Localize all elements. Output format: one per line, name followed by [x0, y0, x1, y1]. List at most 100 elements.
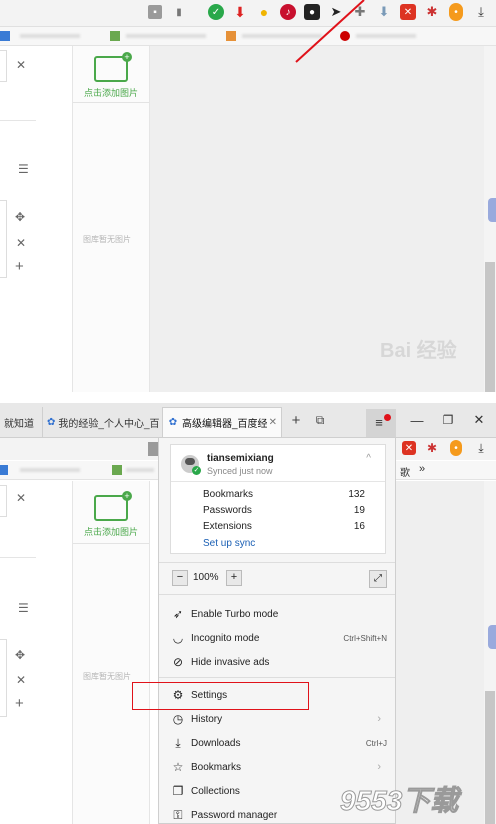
close-window-icon[interactable]: ✕	[472, 412, 486, 427]
add-image-label: 点击添加图片	[83, 527, 138, 537]
sync-row-count: 132	[348, 489, 365, 500]
divider	[0, 557, 36, 558]
delete-icon[interactable]: ✕	[16, 673, 26, 687]
divider	[171, 481, 385, 482]
avatar[interactable]: ✓	[181, 455, 201, 475]
bookmark-favicon[interactable]	[0, 465, 8, 475]
zoom-in-button[interactable]: +	[226, 570, 242, 586]
new-tab-icon[interactable]: +	[289, 412, 303, 429]
menu-item-downloads[interactable]: ⤓ Downloads Ctrl+J	[169, 732, 389, 754]
sync-row-count: 19	[353, 505, 365, 516]
menu-item-bookmarks[interactable]: ☆ Bookmarks ›	[169, 756, 389, 778]
setup-sync-link[interactable]: Set up sync	[203, 538, 255, 549]
scrollbar-thumb[interactable]	[485, 691, 495, 824]
settings-highlight-box	[132, 682, 309, 710]
bookmark-item[interactable]	[126, 468, 154, 472]
incognito-icon: ◡	[172, 631, 184, 645]
annotation-line	[295, 0, 365, 63]
menu-item-incognito[interactable]: ◡ Incognito mode Ctrl+Shift+N	[169, 627, 389, 649]
notification-dot	[384, 414, 391, 421]
side-tab[interactable]	[488, 625, 496, 649]
menu-item-label: Collections	[191, 785, 240, 797]
zoom-out-button[interactable]: −	[172, 570, 188, 586]
menu-item-label: Password manager	[191, 809, 278, 821]
divider	[159, 562, 395, 563]
bookmark-favicon[interactable]	[112, 465, 122, 475]
collapse-chevron-icon[interactable]: ^	[366, 453, 371, 464]
menu-item-history[interactable]: ◷ History ›	[169, 708, 389, 730]
save-icon[interactable]: ⤓	[474, 441, 488, 455]
chevron-right-icon: ›	[377, 713, 381, 725]
tab-3-active[interactable]: ✿ 高级编辑器_百度经 ✕	[162, 407, 282, 437]
lock-icon[interactable]	[148, 442, 158, 456]
tab-label: 我的经验_个人中心_百	[58, 418, 160, 430]
panel-separator	[0, 392, 496, 403]
tab-1[interactable]: 就知道	[0, 407, 40, 437]
minimize-icon[interactable]: —	[410, 413, 424, 428]
close-icon[interactable]: ✕	[16, 491, 26, 505]
menu-item-turbo[interactable]: ➶ Enable Turbo mode	[169, 603, 389, 625]
divider	[159, 677, 395, 678]
menu-item-label: Incognito mode	[191, 632, 260, 644]
adblock-icon[interactable]: ✕	[402, 441, 416, 455]
menu-item-label: Enable Turbo mode	[191, 608, 279, 620]
timer-icon[interactable]: •	[450, 440, 462, 456]
sync-row-label: Passwords	[203, 505, 252, 516]
menu-item-label: History	[191, 713, 223, 725]
bookmark-item[interactable]	[20, 468, 80, 472]
sync-row-label: Extensions	[203, 521, 252, 532]
paw-icon: ✿	[47, 416, 56, 428]
scrollbar-track[interactable]	[484, 481, 496, 824]
avatar-head	[185, 458, 195, 465]
block-icon: ⊘	[172, 655, 184, 669]
top-screenshot: ▪ ▮ ✓ ⬇ ● ♪ ● ➤ ✚ ⬇ ✕ ✱ • ⤓ ✕ ☰ ✥ ✕ + +	[0, 0, 496, 392]
menu-item-label: Hide invasive ads	[191, 656, 270, 668]
clock-icon: ◷	[172, 712, 184, 726]
list-icon[interactable]: ☰	[18, 601, 29, 615]
tab-label: 高级编辑器_百度经	[182, 419, 267, 430]
collections-icon: ❐	[172, 784, 184, 798]
bookmark-overflow-text[interactable]: 歌	[400, 464, 410, 479]
paw-icon: ✿	[168, 417, 178, 428]
divider	[73, 543, 149, 544]
rocket-icon: ➶	[172, 607, 184, 621]
shortcut: Ctrl+J	[365, 738, 387, 748]
tab-close-icon[interactable]: ✕	[269, 417, 277, 428]
chevron-right-icon: ›	[377, 761, 381, 773]
tab-label: 就知道	[4, 418, 34, 430]
tab-bar: 就知道 ✿ 我的经验_个人中心_百 ✿ 高级编辑器_百度经 ✕ + ⧉ ≡ — …	[0, 403, 496, 438]
fullscreen-icon[interactable]: ⤢	[369, 570, 387, 588]
star-icon: ☆	[172, 760, 184, 774]
bug-icon[interactable]: ✱	[425, 441, 439, 455]
add-icon[interactable]: +	[15, 695, 24, 712]
watermark: 9553下载	[339, 785, 459, 817]
menu-button[interactable]: ≡	[366, 409, 396, 437]
download-icon: ⤓	[175, 735, 181, 750]
sync-row-count: 16	[353, 521, 365, 532]
bottom-screenshot: 就知道 ✿ 我的经验_个人中心_百 ✿ 高级编辑器_百度经 ✕ + ⧉ ≡ — …	[0, 403, 496, 824]
sync-card: ✓ tiansemixiang Synced just now ^ Bookma…	[170, 444, 386, 554]
user-name: tiansemixiang	[207, 453, 274, 464]
main-menu-dropdown: ✓ tiansemixiang Synced just now ^ Bookma…	[158, 437, 396, 824]
menu-item-label: Bookmarks	[191, 761, 242, 773]
sync-status: Synced just now	[207, 466, 273, 476]
image-library-sidebar: + 点击添加图片 图库暂无图片	[72, 481, 150, 824]
tab-stack-icon[interactable]: ⧉	[313, 413, 327, 427]
restore-icon[interactable]: ❐	[441, 413, 455, 427]
left-block-edge	[0, 639, 7, 717]
move-icon[interactable]: ✥	[15, 648, 25, 662]
shortcut: Ctrl+Shift+N	[343, 633, 387, 643]
image-add-icon: +	[94, 491, 132, 521]
menu-item-hide-ads[interactable]: ⊘ Hide invasive ads	[169, 651, 389, 673]
menu-item-label: Downloads	[191, 737, 241, 749]
tab-2[interactable]: ✿ 我的经验_个人中心_百	[42, 407, 162, 437]
zoom-level: 100%	[193, 572, 219, 583]
synced-check-icon: ✓	[192, 466, 201, 475]
editor-canvas[interactable]	[396, 481, 484, 824]
add-image-button[interactable]: + 点击添加图片	[73, 491, 149, 538]
empty-library-text: 图库暂无图片	[83, 672, 131, 681]
more-bookmarks-icon[interactable]: »	[419, 463, 425, 475]
key-icon: ⚿	[173, 807, 183, 822]
left-input-edge[interactable]	[0, 485, 7, 517]
sync-row-label: Bookmarks	[203, 489, 254, 500]
